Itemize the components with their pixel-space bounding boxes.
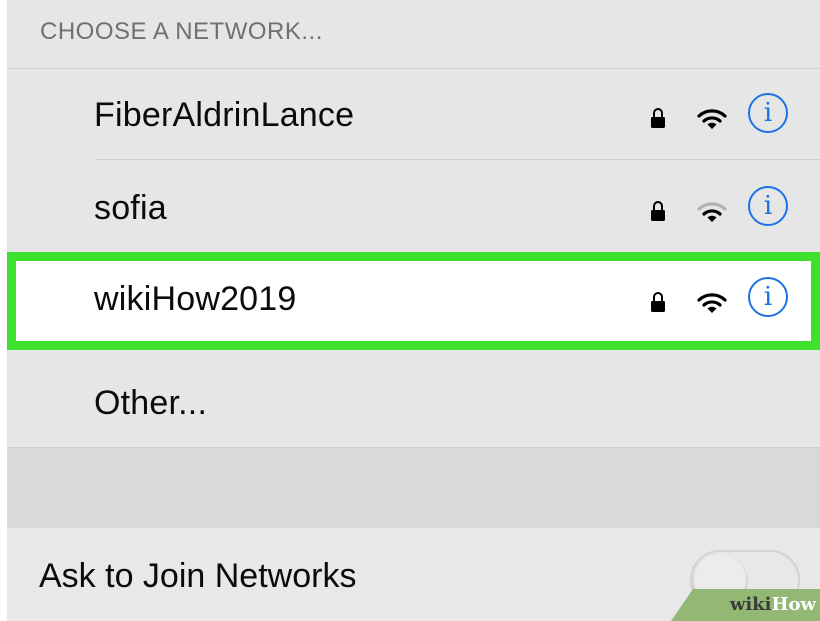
- wifi-icon: [697, 293, 727, 313]
- lock-icon: [651, 108, 665, 130]
- choose-network-header: CHOOSE A NETWORK...: [7, 0, 820, 69]
- other-label: Other...: [94, 384, 208, 422]
- wifi-settings-screen: CHOOSE A NETWORK... FiberAldrinLance i s…: [7, 0, 820, 621]
- network-row-fiberaldrinlance[interactable]: FiberAldrinLance i: [7, 68, 820, 160]
- network-name: sofia: [94, 189, 167, 227]
- network-row-other[interactable]: Other...: [7, 352, 820, 444]
- lock-icon: [651, 201, 665, 223]
- wifi-icon: [697, 202, 727, 222]
- section-spacer: [7, 447, 820, 529]
- info-icon[interactable]: i: [748, 277, 788, 317]
- network-row-wikihow2019[interactable]: wikiHow2019 i: [7, 252, 820, 344]
- section-header-label: CHOOSE A NETWORK...: [40, 18, 323, 45]
- network-name: wikiHow2019: [94, 280, 297, 318]
- ask-to-join-label: Ask to Join Networks: [39, 557, 357, 595]
- wikihow-watermark: wikiHow: [671, 589, 820, 621]
- info-icon[interactable]: i: [748, 93, 788, 133]
- network-row-sofia[interactable]: sofia i: [7, 161, 820, 253]
- wifi-icon: [697, 109, 727, 129]
- watermark-wiki: wiki: [729, 594, 772, 615]
- network-name: FiberAldrinLance: [94, 96, 355, 134]
- info-icon[interactable]: i: [748, 186, 788, 226]
- watermark-how: How: [771, 594, 816, 615]
- lock-icon: [651, 292, 665, 314]
